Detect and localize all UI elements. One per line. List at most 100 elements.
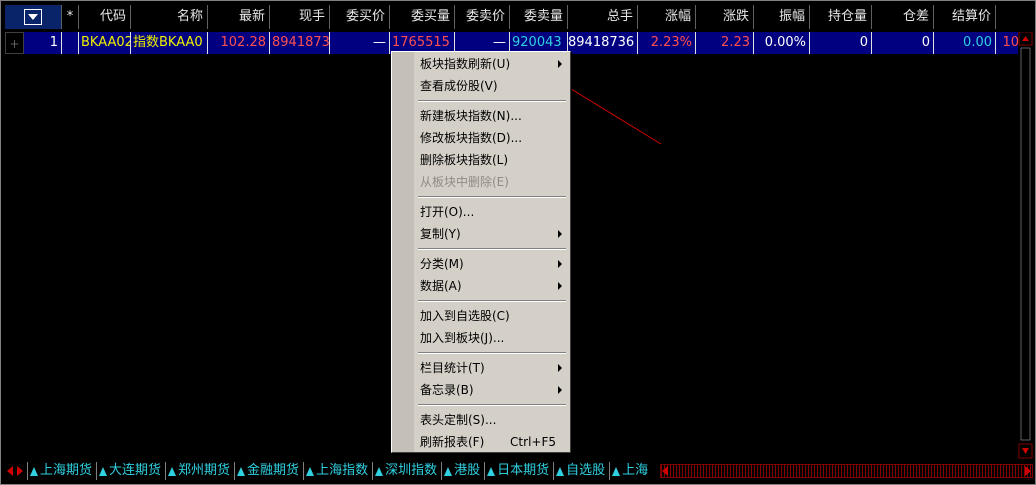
header-total-volume[interactable]: 总手 xyxy=(568,5,638,29)
tab-triangle-icon xyxy=(444,466,453,476)
menu-item-delete-index[interactable]: 删除板块指数(L) xyxy=(420,150,566,170)
context-menu: 板块指数刷新(U) 查看成份股(V) 新建板块指数(N)... 修改板块指数(D… xyxy=(391,51,571,453)
submenu-arrow-icon xyxy=(558,364,562,372)
menu-separator xyxy=(418,352,566,354)
hscroll-left-icon[interactable] xyxy=(662,466,669,476)
tab-scroll-left-icon[interactable] xyxy=(7,466,13,476)
tab-triangle-icon xyxy=(556,466,565,476)
menu-item-category[interactable]: 分类(M) xyxy=(420,254,566,274)
tab-scroll-right-icon[interactable] xyxy=(17,466,23,476)
tab-dalian-futures[interactable]: 大连期货 xyxy=(96,462,165,480)
header-code[interactable]: 代码 xyxy=(79,5,131,29)
menu-item-view-constituents[interactable]: 查看成份股(V) xyxy=(420,76,566,96)
menu-item-label: 打开(O)... xyxy=(420,205,475,219)
menu-item-label: 从板块中删除(E) xyxy=(420,175,509,189)
menu-item-label: 删除板块指数(L) xyxy=(420,153,509,167)
tab-shanghai[interactable]: 上海 xyxy=(609,462,652,480)
menu-item-remove-from-block: 从板块中删除(E) xyxy=(420,172,566,192)
menu-item-shortcut: Ctrl+F5 xyxy=(510,435,556,449)
header-bid-volume[interactable]: 委买量 xyxy=(390,5,455,29)
header-last-volume[interactable]: 现手 xyxy=(270,5,330,29)
header-name[interactable]: 名称 xyxy=(131,5,208,29)
horizontal-scrollbar[interactable] xyxy=(660,464,1033,478)
menu-item-header-customize[interactable]: 表头定制(S)... xyxy=(420,410,566,430)
row-index: 1 xyxy=(24,32,62,54)
row-total-volume: 89418736 xyxy=(568,32,638,54)
header-change-pct[interactable]: 涨幅 xyxy=(638,5,696,29)
menu-item-copy[interactable]: 复制(Y) xyxy=(420,224,566,244)
tab-shenzhen-index[interactable]: 深圳指数 xyxy=(372,462,441,480)
tab-label: 大连期货 xyxy=(109,463,162,478)
menu-item-refresh-index[interactable]: 板块指数刷新(U) xyxy=(420,54,566,74)
header-amplitude[interactable]: 振幅 xyxy=(754,5,810,29)
menu-item-add-to-block[interactable]: 加入到板块(J)... xyxy=(420,328,566,348)
tab-triangle-icon xyxy=(487,466,496,476)
submenu-arrow-icon xyxy=(558,230,562,238)
menu-item-add-to-watchlist[interactable]: 加入到自选股(C) xyxy=(420,306,566,326)
row-settle: 0.00 xyxy=(934,32,996,54)
submenu-arrow-icon xyxy=(558,282,562,290)
header-change[interactable]: 涨跌 xyxy=(696,5,754,29)
row-bid-price: — xyxy=(330,32,390,54)
tab-triangle-icon xyxy=(99,466,108,476)
tab-japan-futures[interactable]: 日本期货 xyxy=(484,462,553,480)
menu-separator xyxy=(418,100,566,102)
tab-financial-futures[interactable]: 金融期货 xyxy=(234,462,303,480)
tab-hk-stocks[interactable]: 港股 xyxy=(441,462,484,480)
header-bid-price[interactable]: 委买价 xyxy=(330,5,390,29)
menu-item-new-index[interactable]: 新建板块指数(N)... xyxy=(420,106,566,126)
menu-item-open[interactable]: 打开(O)... xyxy=(420,202,566,222)
menu-item-label: 表头定制(S)... xyxy=(420,413,497,427)
tab-zhengzhou-futures[interactable]: 郑州期货 xyxy=(165,462,234,480)
row-oi-change: 0 xyxy=(872,32,934,54)
tab-triangle-icon xyxy=(306,466,315,476)
row-change: 2.23 xyxy=(696,32,754,54)
tab-triangle-icon xyxy=(375,466,384,476)
row-expander[interactable]: + xyxy=(5,32,24,54)
tab-label: 自选股 xyxy=(566,463,606,478)
tab-label: 上海指数 xyxy=(316,463,369,478)
row-name: 指数BKAA0 xyxy=(131,32,208,54)
submenu-arrow-icon xyxy=(558,60,562,68)
tab-shanghai-index[interactable]: 上海指数 xyxy=(303,462,372,480)
row-last-volume: 89418736 xyxy=(270,32,330,54)
row-open-interest: 0 xyxy=(810,32,872,54)
header-ask-price[interactable]: 委卖价 xyxy=(455,5,510,29)
tab-triangle-icon xyxy=(30,466,38,476)
header-oi-change[interactable]: 仓差 xyxy=(872,5,934,29)
tab-watchlist[interactable]: 自选股 xyxy=(553,462,609,480)
menu-item-label: 复制(Y) xyxy=(420,227,461,241)
tab-label: 金融期货 xyxy=(247,463,300,478)
submenu-arrow-icon xyxy=(558,386,562,394)
menu-item-label: 修改板块指数(D)... xyxy=(420,131,523,145)
header-latest[interactable]: 最新 xyxy=(208,5,270,29)
menu-item-label: 刷新报表(F) xyxy=(420,435,485,449)
hscroll-right-icon[interactable] xyxy=(1025,466,1031,476)
tab-label: 上海 xyxy=(622,463,649,478)
menu-item-refresh-report[interactable]: 刷新报表(F) Ctrl+F5 xyxy=(420,432,566,452)
header-open-interest[interactable]: 持仓量 xyxy=(810,5,872,29)
menu-item-data[interactable]: 数据(A) xyxy=(420,276,566,296)
row-code: BKAA02 xyxy=(79,32,131,54)
column-selector-cell[interactable] xyxy=(5,5,62,29)
menu-item-label: 备忘录(B) xyxy=(420,383,474,397)
header-ask-volume[interactable]: 委卖量 xyxy=(510,5,568,29)
vertical-scrollbar[interactable] xyxy=(1018,31,1033,460)
menu-item-memo[interactable]: 备忘录(B) xyxy=(420,380,566,400)
row-amplitude: 0.00% xyxy=(754,32,810,54)
menu-item-label: 板块指数刷新(U) xyxy=(420,57,511,71)
tab-label: 日本期货 xyxy=(497,463,550,478)
menu-separator xyxy=(418,248,566,250)
column-dropdown-icon[interactable] xyxy=(24,9,42,25)
table-header: * 代码 名称 最新 现手 委买价 委买量 委卖价 委卖量 总手 涨幅 涨跌 振… xyxy=(5,5,996,29)
menu-item-edit-index[interactable]: 修改板块指数(D)... xyxy=(420,128,566,148)
row-star-cell xyxy=(62,32,79,54)
header-settle[interactable]: 结算价 xyxy=(934,5,996,29)
tab-triangle-icon xyxy=(237,466,246,476)
submenu-arrow-icon xyxy=(558,260,562,268)
menu-separator xyxy=(418,300,566,302)
row-change-pct: 2.23% xyxy=(638,32,696,54)
menu-item-label: 分类(M) xyxy=(420,257,464,271)
menu-item-column-stats[interactable]: 栏目统计(T) xyxy=(420,358,566,378)
tab-shanghai-futures[interactable]: 上海期货 xyxy=(27,462,96,480)
